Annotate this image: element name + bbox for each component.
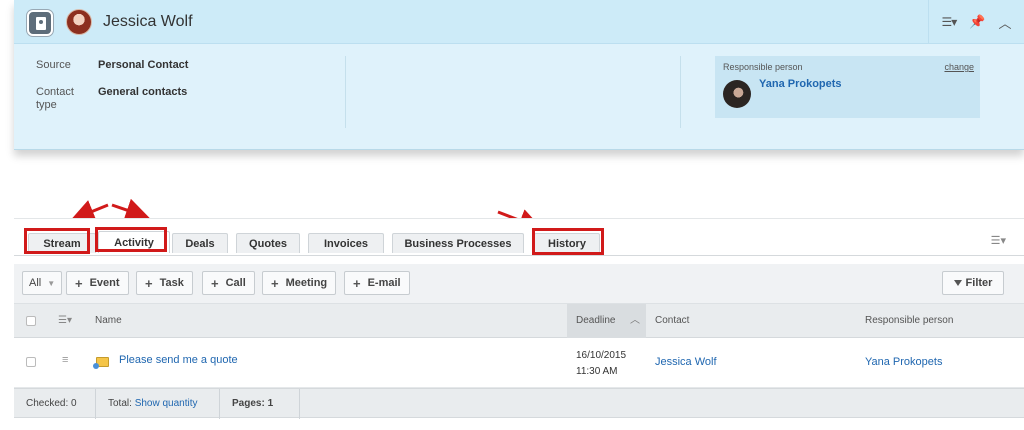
tabs-menu-icon[interactable]: ☰▾ [991,234,1006,247]
activity-toolbar: All ▼ + Event + Task + Call + Meeting + E-mail… [14,264,1024,304]
plus-icon: + [145,275,153,291]
row-checkbox[interactable] [26,357,36,367]
tab-business-processes[interactable]: Business Processes [392,233,524,253]
button-label: Filter [965,277,993,289]
activity-subject-link[interactable]: Please send me a quote [119,354,238,366]
contact-link[interactable]: Jessica Wolf [655,356,717,368]
add-email-button[interactable]: + E-mail [344,271,410,295]
select-all-checkbox[interactable] [26,316,36,326]
column-name[interactable]: Name [95,304,122,338]
sort-asc-icon[interactable]: ︿ [630,304,640,338]
pages-count: Pages: 1 [220,389,300,419]
tab-invoices[interactable]: Invoices [308,233,384,253]
arrow-to-activity [111,198,150,222]
button-label: Call [225,277,246,289]
add-task-button[interactable]: + Task [136,271,193,295]
grid-header: ☰▾ Name Deadline ︿ Contact Responsible p… [14,304,1024,338]
grid-footer: Checked: 0 Total: Show quantity Pages: 1 [14,388,1024,419]
checked-count: Checked: 0 [14,389,96,419]
activity-type-icon [93,357,109,369]
table-row: ≡ Please send me a quote 16/10/2015 11:3… [14,338,1024,388]
column-deadline[interactable]: Deadline [576,304,615,338]
deadline-value: 16/10/2015 11:30 AM [576,348,626,380]
highlight-stream [24,228,90,254]
tab-deals[interactable]: Deals [172,233,228,253]
activity-grid: ☰▾ Name Deadline ︿ Contact Responsible p… [14,304,1024,419]
add-call-button[interactable]: + Call [202,271,255,295]
arrow-to-stream [70,200,109,223]
button-label: Task [159,277,184,289]
deadline-date: 16/10/2015 [576,350,627,361]
total-count: Total: Show quantity [96,389,220,419]
chevron-down-icon: ▼ [47,278,56,288]
highlight-history [532,228,604,255]
plus-icon: + [271,275,279,291]
button-label: E-mail [367,277,401,289]
plus-icon: + [211,275,219,291]
filter-button[interactable]: Filter [942,271,1004,295]
column-contact[interactable]: Contact [655,304,689,338]
plus-icon: + [353,275,361,291]
tab-quotes[interactable]: Quotes [236,233,300,253]
filter-icon [953,280,962,286]
add-meeting-button[interactable]: + Meeting [262,271,337,295]
button-label: Meeting [285,277,328,289]
all-filter-select[interactable]: All ▼ [22,271,63,295]
total-label: Total: [108,398,132,409]
row-menu-icon[interactable]: ≡ [62,354,68,366]
all-label: All [29,277,42,289]
add-event-button[interactable]: + Event [66,271,129,295]
responsible-link[interactable]: Yana Prokopets [865,356,942,368]
plus-icon: + [75,275,83,291]
column-settings-icon[interactable]: ☰▾ [58,304,72,338]
highlight-activity [95,227,167,252]
column-responsible[interactable]: Responsible person [865,304,953,338]
show-quantity-link[interactable]: Show quantity [135,398,198,409]
deadline-time: 11:30 AM [576,366,618,377]
button-label: Event [89,277,120,289]
